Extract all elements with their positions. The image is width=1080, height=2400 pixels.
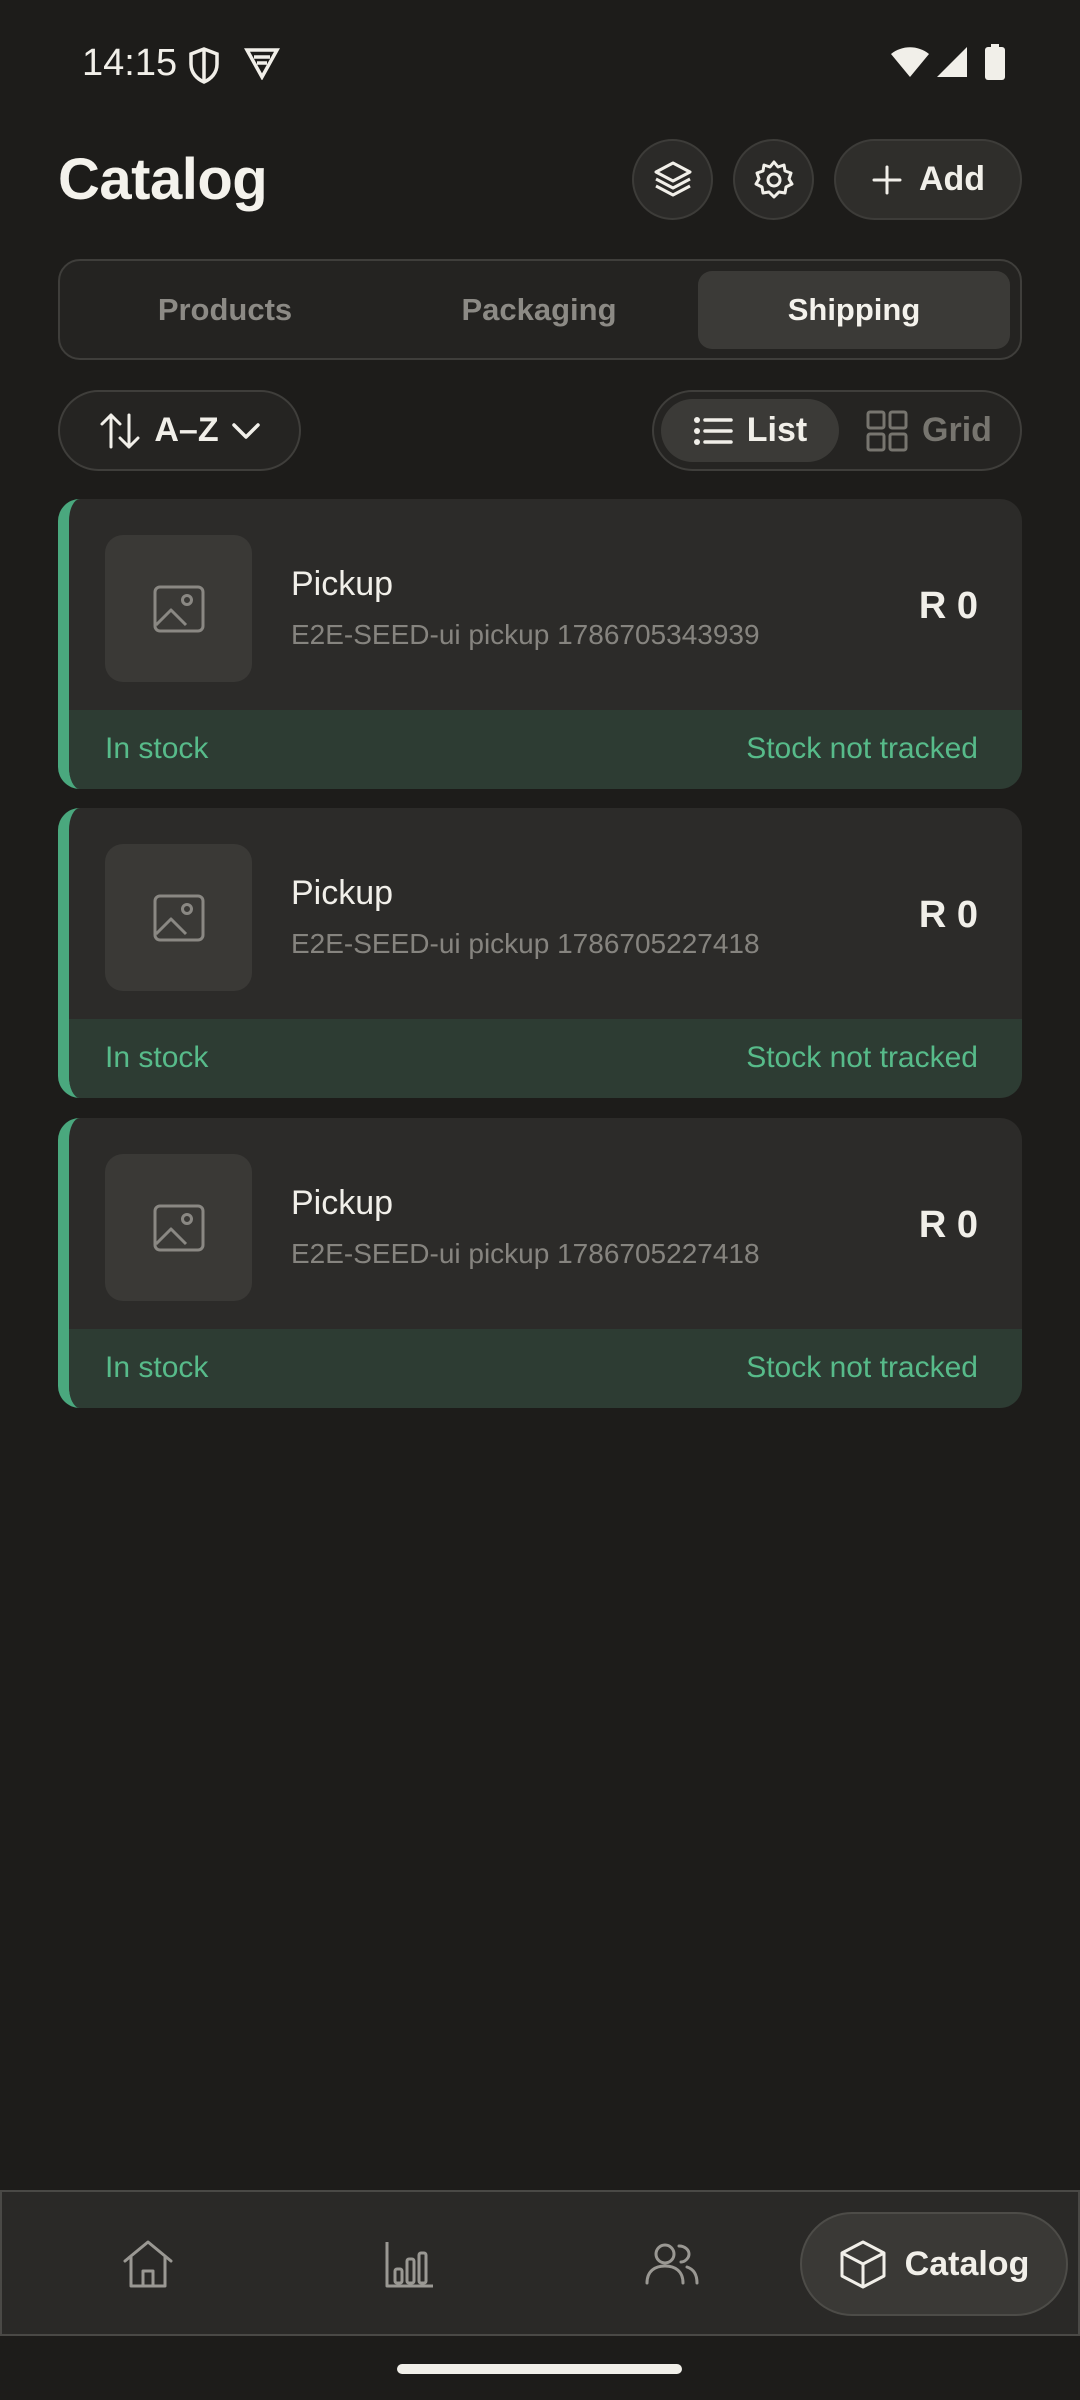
battery-icon	[985, 44, 1005, 80]
add-button-label: Add	[918, 160, 986, 198]
stock-status: In stock	[105, 1351, 209, 1384]
product-subtitle: E2E-SEED-ui pickup 1786705343939	[291, 619, 760, 650]
home-icon	[123, 2240, 173, 2288]
product-price: R 0	[918, 585, 978, 627]
list-icon	[693, 416, 733, 445]
product-price: R 0	[918, 894, 978, 936]
stock-status: In stock	[105, 1041, 209, 1074]
tab-products[interactable]: Products	[70, 271, 380, 349]
sort-arrows-icon	[100, 413, 140, 448]
gear-icon	[754, 160, 793, 198]
stock-note: Stock not tracked	[746, 1041, 978, 1074]
product-price: R 0	[918, 1204, 978, 1246]
add-button[interactable]: Add	[834, 139, 1022, 220]
bottom-nav: Catalog	[0, 2190, 1080, 2336]
home-indicator	[397, 2364, 682, 2374]
stock-bar: In stock Stock not tracked	[69, 710, 1022, 789]
box-icon	[840, 2240, 886, 2289]
view-grid-label: Grid	[922, 411, 992, 449]
grid-icon	[866, 410, 908, 451]
wifi-icon	[891, 47, 929, 77]
bar-chart-icon	[385, 2242, 433, 2288]
plus-icon	[872, 165, 902, 194]
tab-packaging[interactable]: Packaging	[384, 271, 694, 349]
sort-label: A–Z	[154, 411, 219, 449]
layers-icon	[654, 161, 691, 196]
stock-bar: In stock Stock not tracked	[69, 1329, 1022, 1408]
stock-note: Stock not tracked	[746, 1351, 978, 1384]
image-placeholder-icon	[153, 1204, 204, 1251]
nav-home[interactable]	[88, 2212, 208, 2316]
view-list-label: List	[746, 411, 808, 449]
catalog-tabs: Products Packaging Shipping	[58, 259, 1022, 360]
view-list-button[interactable]: List	[661, 399, 839, 462]
settings-button[interactable]	[733, 139, 814, 220]
chevron-down-icon	[231, 422, 260, 439]
nav-catalog-label: Catalog	[904, 2244, 1030, 2283]
cellular-signal-icon	[937, 47, 967, 77]
product-thumbnail	[105, 1154, 252, 1301]
nav-customers[interactable]	[612, 2212, 732, 2316]
stock-bar: In stock Stock not tracked	[69, 1019, 1022, 1098]
image-placeholder-icon	[153, 894, 204, 941]
product-thumbnail	[105, 844, 252, 991]
product-card[interactable]: Pickup E2E-SEED-ui pickup 1786705343939 …	[58, 499, 1022, 789]
product-card[interactable]: Pickup E2E-SEED-ui pickup 1786705227418 …	[58, 808, 1022, 1098]
status-time: 14:15	[82, 42, 178, 84]
shield-icon	[189, 47, 219, 84]
vpn-icon	[244, 48, 280, 80]
view-toggle: List Grid	[652, 390, 1022, 471]
page-title: Catalog	[58, 147, 268, 212]
product-thumbnail	[105, 535, 252, 682]
view-grid-button[interactable]: Grid	[844, 399, 1014, 462]
product-subtitle: E2E-SEED-ui pickup 1786705227418	[291, 1238, 760, 1269]
tab-shipping[interactable]: Shipping	[698, 271, 1010, 349]
stock-note: Stock not tracked	[746, 732, 978, 765]
product-name: Pickup	[291, 565, 394, 603]
nav-catalog[interactable]: Catalog	[800, 2212, 1068, 2316]
stock-status: In stock	[105, 732, 209, 765]
product-card[interactable]: Pickup E2E-SEED-ui pickup 1786705227418 …	[58, 1118, 1022, 1408]
nav-analytics[interactable]	[350, 2212, 470, 2316]
users-icon	[645, 2243, 699, 2285]
product-name: Pickup	[291, 1184, 394, 1222]
product-subtitle: E2E-SEED-ui pickup 1786705227418	[291, 928, 760, 959]
status-bar: 14:15	[0, 0, 1080, 128]
product-name: Pickup	[291, 874, 394, 912]
layers-button[interactable]	[632, 139, 713, 220]
sort-button[interactable]: A–Z	[58, 390, 301, 471]
image-placeholder-icon	[153, 585, 204, 632]
